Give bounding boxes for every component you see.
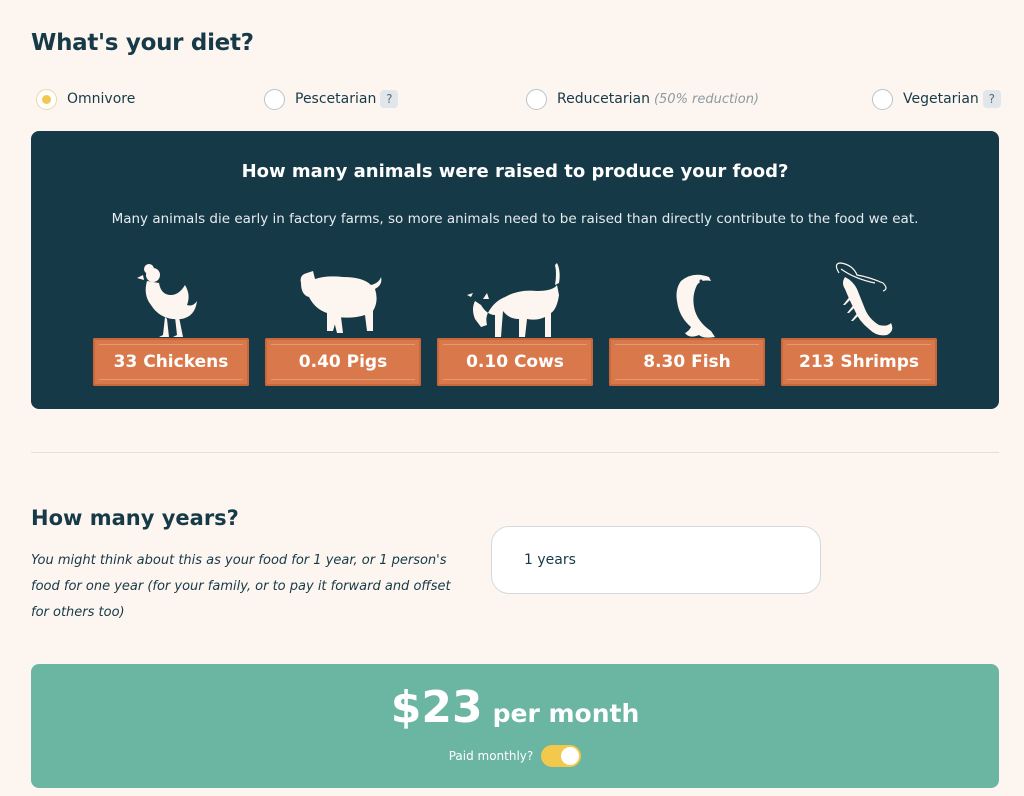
price-period: per month — [492, 699, 640, 728]
paid-monthly-label: Paid monthly? — [448, 749, 534, 763]
price-panel: $23 per month Paid monthly? — [31, 664, 999, 788]
paid-monthly-row: Paid monthly? — [31, 745, 999, 767]
paid-monthly-toggle[interactable] — [541, 745, 582, 767]
diet-option-label: Pescetarian — [295, 91, 377, 107]
fish-icon — [676, 274, 715, 338]
price-line: $23 per month — [31, 682, 999, 733]
diet-option-label: Reducetarian — [557, 91, 650, 107]
radio-vegetarian[interactable] — [872, 88, 893, 110]
radio-pescetarian[interactable] — [264, 88, 285, 110]
animal-count-plank: 0.10 Cows — [437, 338, 593, 386]
animal-card-cows: 0.10 Cows — [437, 261, 593, 391]
toggle-knob — [561, 747, 580, 765]
cow-icon — [467, 263, 560, 337]
animals-panel: How many animals were raised to produce … — [31, 131, 999, 409]
diet-option-vegetarian[interactable]: Vegetarian ? — [872, 86, 1001, 112]
chicken-icon — [137, 264, 197, 337]
animal-card-fish: 8.30 Fish — [609, 261, 765, 391]
animal-count-plank: 213 Shrimps — [781, 338, 937, 386]
diet-option-note: (50% reduction) — [653, 91, 760, 107]
animal-count-plank: 33 Chickens — [93, 338, 249, 386]
panel-subtitle: Many animals die early in factory farms,… — [111, 211, 919, 227]
help-icon[interactable]: ? — [380, 90, 399, 108]
diet-option-pescetarian[interactable]: Pescetarian ? — [264, 86, 399, 112]
diet-options: Omnivore Pescetarian ? Reducetarian (50%… — [0, 86, 1024, 112]
diet-option-label: Vegetarian — [903, 91, 979, 107]
panel-title: How many animals were raised to produce … — [241, 161, 789, 182]
animal-card-pigs: 0.40 Pigs — [265, 261, 421, 391]
animal-card-shrimps: 213 Shrimps — [781, 261, 937, 391]
pig-icon — [300, 271, 382, 333]
diet-option-omnivore[interactable]: Omnivore — [36, 86, 135, 112]
shrimp-icon — [835, 262, 893, 336]
animal-card-chickens: 33 Chickens — [93, 261, 249, 391]
animal-count-plank: 0.40 Pigs — [265, 338, 421, 386]
diet-option-label: Omnivore — [67, 91, 136, 107]
years-description: You might think about this as your food … — [31, 553, 451, 620]
radio-reducetarian[interactable] — [526, 88, 547, 110]
years-title: How many years? — [31, 506, 239, 530]
diet-title: What's your diet? — [31, 30, 254, 56]
years-input[interactable] — [491, 526, 821, 594]
radio-omnivore[interactable] — [36, 88, 57, 110]
diet-option-reducetarian[interactable]: Reducetarian (50% reduction) — [526, 86, 759, 112]
section-divider — [31, 452, 999, 453]
animal-count-plank: 8.30 Fish — [609, 338, 765, 386]
help-icon[interactable]: ? — [982, 90, 1001, 108]
price-amount: $23 — [390, 682, 483, 733]
